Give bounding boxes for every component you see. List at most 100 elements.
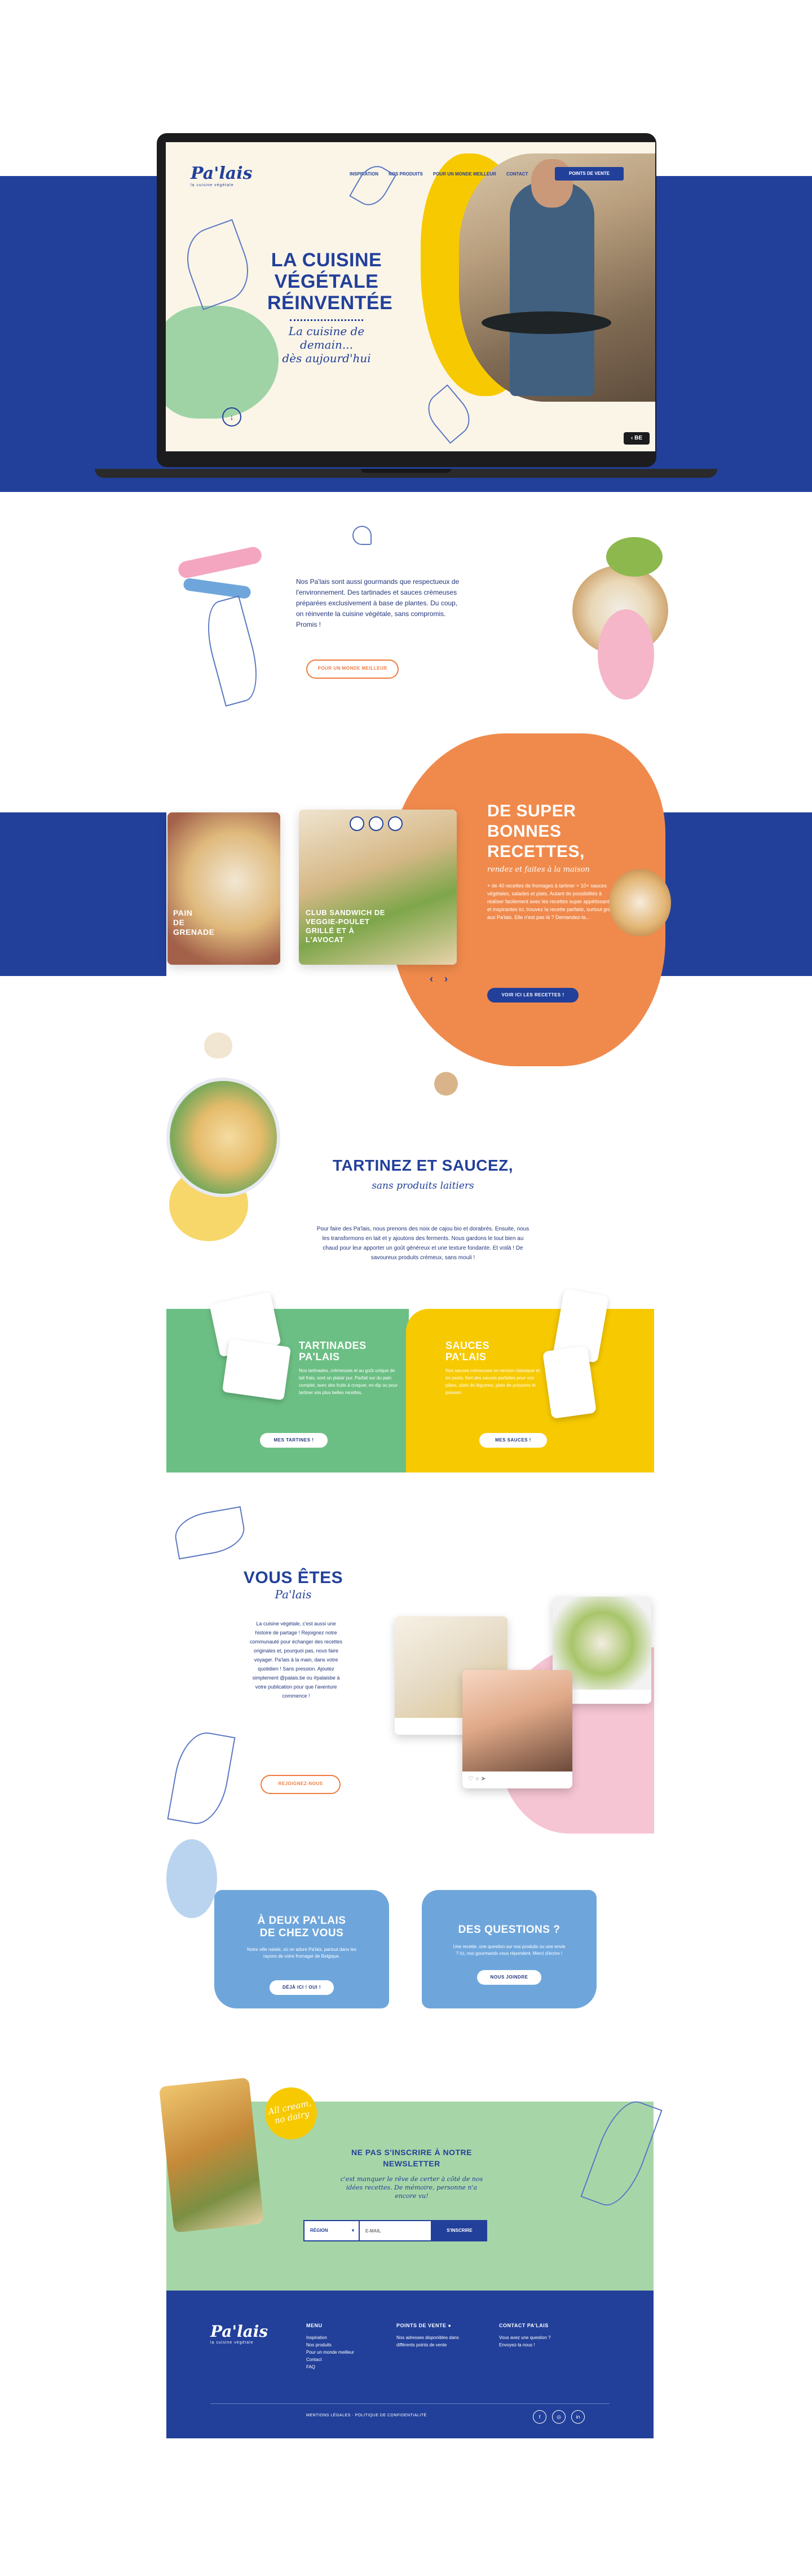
community-header: VOUS ÊTES Pa'lais: [237, 1568, 350, 1601]
spread-header: TARTINEZ ET SAUCEZ, sans produits laitie…: [321, 1157, 524, 1192]
intro-blue-stroke: [183, 577, 251, 600]
language-label: BE: [634, 435, 642, 441]
hero-subtitle-line-1: La cuisine de demain...: [288, 324, 365, 351]
recipes-subtitle: rendez et faites à la maison: [487, 865, 590, 874]
footer-logo[interactable]: Pa'lais la cuisine végétale: [210, 2322, 268, 2345]
nav-better-world[interactable]: POUR UN MONDE MEILLEUR: [433, 172, 496, 177]
region-select[interactable]: RÉGION ▾: [303, 2220, 360, 2241]
scroll-down-icon[interactable]: ↓: [222, 407, 241, 427]
recipe-card-1-title-line-3: GRENADE: [173, 927, 215, 937]
questions-card: DES QUESTIONS ? Une recette, une questio…: [422, 1890, 597, 2008]
newsletter-title-line-1: NE PAS S'INSCRIRE À NOTRE: [351, 2148, 472, 2157]
recipes-next-arrow[interactable]: ›: [444, 973, 448, 985]
location-pin-icon: ●: [448, 2323, 452, 2328]
footer-menu-item[interactable]: Contact: [306, 2356, 354, 2363]
intro-herb-sketch: [198, 595, 266, 707]
intro-avocado-photo: [606, 537, 663, 577]
products-right-packs: [541, 1288, 637, 1422]
newsletter-subtitle-line-3: encore vu!: [395, 2192, 429, 2200]
heart-icon[interactable]: ♡: [468, 1775, 474, 1782]
hero-logo[interactable]: Pa'lais la cuisine végétale: [191, 164, 253, 187]
footer-contact-title: CONTACT PA'LAIS: [499, 2323, 549, 2328]
community-title: VOUS ÊTES: [243, 1568, 343, 1587]
recipe-card-1[interactable]: PAIN DE GRENADE: [167, 812, 280, 965]
nav-contact[interactable]: CONTACT: [506, 172, 528, 177]
language-switch[interactable]: ‹ BE: [624, 432, 650, 445]
hero-leaf-sketch-2: [349, 160, 396, 212]
footer-logo-text: Pa'lais: [210, 2322, 268, 2341]
footer-divider: [210, 2403, 610, 2404]
community-gravy-sketch: [171, 1506, 248, 1560]
store-card-title-line-2: DE CHEZ VOUS: [259, 1927, 344, 1939]
products-left-copy: TARTINADES PA'LAIS Nos tartinades, créme…: [299, 1340, 400, 1396]
community-post-3[interactable]: ♡ ○ ➤: [462, 1670, 572, 1788]
questions-card-button[interactable]: NOUS JOINDRE: [477, 1970, 541, 1985]
footer-social: f ◎ in: [533, 2410, 585, 2424]
recipes-prev-arrow[interactable]: ‹: [430, 973, 433, 985]
intro-pasta-icon: [352, 526, 372, 545]
footer-contact: CONTACT PA'LAIS Vous avez une question ?…: [499, 2323, 567, 2349]
spread-title: TARTINEZ ET SAUCEZ,: [332, 1157, 514, 1174]
footer-logo-tagline: la cuisine végétale: [210, 2341, 254, 2345]
recipes-see-all-button[interactable]: VOIR ICI LES RECETTES !: [487, 988, 579, 1003]
recipe-card-1-title: PAIN DE GRENADE: [173, 908, 215, 937]
newsletter-subtitle-line-1: c'est manquer le rêve de certer à côté d…: [340, 2175, 483, 2183]
intro-text: Nos Pa'lais sont aussi gourmands que res…: [296, 578, 460, 628]
newsletter-title-line-2: NEWSLETTER: [383, 2159, 440, 2168]
sauces-text: Nos sauces crémeuses en version classiqu…: [445, 1368, 541, 1395]
store-card-button[interactable]: DÉJÀ ICI ! OUI !: [270, 1980, 334, 1995]
hero-title-line-3: RÉINVENTÉE: [267, 292, 393, 314]
points-de-vente-button[interactable]: POINTS DE VENTE: [555, 167, 624, 181]
product-pack-4: [542, 1346, 597, 1419]
linkedin-icon[interactable]: in: [571, 2410, 585, 2424]
footer-menu: MENU Inspiration Nos produits Pour un mo…: [306, 2323, 354, 2371]
footer-legal[interactable]: MENTIONS LÉGALES · POLITIQUE DE CONFIDEN…: [306, 2414, 427, 2417]
subscribe-button[interactable]: S'INSCRIRE: [432, 2220, 487, 2241]
community-text: La cuisine végétale, c'est aussi une his…: [249, 1621, 343, 1699]
intro-pink-stroke: [176, 545, 263, 580]
store-card: À DEUX PA'LAIS DE CHEZ VOUS Notre ville …: [214, 1890, 389, 2008]
email-input[interactable]: [360, 2220, 432, 2241]
questions-card-title: DES QUESTIONS ?: [458, 1924, 561, 1936]
hero-leaf-sketch-3: [420, 384, 478, 444]
facebook-icon[interactable]: f: [533, 2410, 546, 2424]
recipes-pink-blob: [598, 609, 654, 700]
community-post-3-image: [462, 1670, 572, 1771]
better-world-button[interactable]: POUR UN MONDE MEILLEUR: [306, 660, 399, 679]
join-us-button[interactable]: REJOIGNEZ-NOUS: [261, 1775, 341, 1794]
recipes-title-line-2: BONNES: [487, 822, 562, 841]
footer-contact-text[interactable]: Vous avez une question ? Envoyez-la nous…: [499, 2334, 567, 2349]
recipe-card-2-title-line-3: GRILLÉ ET À: [306, 926, 355, 935]
recipes-text: + de 40 recettes de fromages à tartiner …: [487, 883, 616, 920]
tartinades-text: Nos tartinades, crémeuses et au goût uni…: [299, 1368, 398, 1395]
footer-points-text[interactable]: Nos adresses disponibles dans différents…: [396, 2334, 470, 2349]
hero-chef-head: [531, 159, 573, 208]
products-left-packs: [209, 1291, 293, 1401]
questions-card-text: Une recette, une question sur nos produi…: [453, 1944, 566, 1956]
footer-points-title: POINTS DE VENTE ●: [396, 2323, 470, 2328]
tartinades-title-line-1: TARTINADES: [299, 1340, 367, 1351]
newsletter-gratin-photo: [158, 2077, 264, 2233]
hero-pan: [482, 311, 611, 334]
share-icon[interactable]: ➤: [481, 1775, 486, 1782]
footer-menu-item[interactable]: Nos produits: [306, 2341, 354, 2349]
my-sauces-button[interactable]: MES SAUCES !: [479, 1433, 547, 1448]
spread-text: Pour faire des Pa'lais, nous prenons des…: [316, 1226, 529, 1261]
store-card-title-line-1: À DEUX PA'LAIS: [257, 1915, 346, 1927]
newsletter-header: NE PAS S'INSCRIRE À NOTRE NEWSLETTER c'e…: [316, 2147, 508, 2200]
spread-mushroom-photo: [434, 1072, 458, 1096]
spread-garlic-photo: [204, 1032, 232, 1058]
recipe-card-2[interactable]: CLUB SANDWICH DE VEGGIE-POULET GRILLÉ ET…: [299, 810, 457, 965]
community-subtitle: Pa'lais: [275, 1588, 312, 1601]
footer-menu-item[interactable]: Pour un monde meilleur: [306, 2349, 354, 2356]
recipes-bagel-photo: [609, 869, 671, 937]
comment-icon[interactable]: ○: [475, 1775, 479, 1782]
instagram-icon[interactable]: ◎: [552, 2410, 566, 2424]
hero-title-line-1: LA CUISINE: [271, 249, 382, 271]
hero-screen: Pa'lais la cuisine végétale INSPIRATION …: [166, 142, 655, 451]
footer-menu-item[interactable]: FAQ: [306, 2363, 354, 2371]
hero-title-line-2: VÉGÉTALE: [274, 271, 379, 292]
recipe-card-1-title-line-1: PAIN: [173, 908, 193, 917]
my-spreads-button[interactable]: MES TARTINES !: [260, 1433, 328, 1448]
footer-menu-item[interactable]: Inspiration: [306, 2334, 354, 2341]
